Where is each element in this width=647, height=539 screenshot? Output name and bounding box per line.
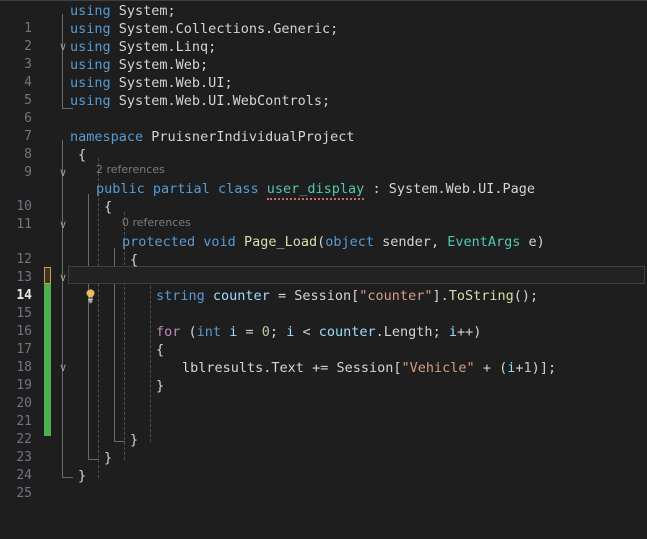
code-text: namespace PruisnerIndividualProject	[70, 129, 355, 145]
editor-line[interactable]: 5 using System.Web.UI;	[0, 74, 647, 108]
editor-line[interactable]: 19 lblresults.Text += Session["Vehicle" …	[0, 359, 647, 393]
code-text: for (int i = 0; i < counter.Length; i++)	[156, 324, 482, 340]
code-text: {	[156, 342, 165, 358]
editor-line[interactable]: 13 {	[0, 251, 647, 285]
editor-line-active[interactable]: 14	[0, 269, 647, 304]
code-text: }	[130, 432, 139, 448]
codelens-references[interactable]: 0 references	[122, 215, 191, 231]
editor-line[interactable]: 21	[0, 395, 647, 429]
code-text: using System.Linq;	[70, 39, 217, 55]
editor-line[interactable]: 8 ∨ namespace PruisnerIndividualProject	[0, 128, 647, 179]
editor-line[interactable]: 2 using System.Collections.Generic;	[0, 20, 647, 54]
editor-line[interactable]: 7	[0, 110, 647, 144]
editor-line[interactable]: 6 using System.Web.UI.WebControls;	[0, 92, 647, 126]
codelens-references[interactable]: 2 references	[96, 162, 165, 178]
editor-line[interactable]: 22	[0, 413, 647, 447]
code-text: string counter = Session["counter"].ToSt…	[156, 288, 539, 304]
editor-line[interactable]: 1 ∨ using System;	[0, 2, 647, 53]
code-text: using System.Web;	[70, 57, 209, 73]
editor-line[interactable]: 4 using System.Web;	[0, 56, 647, 90]
lightbulb-icon[interactable]	[36, 270, 96, 304]
editor-line[interactable]: 17 ∨ for (int i = 0; i < counter.Length;…	[0, 323, 647, 374]
editor-line[interactable]: 11 {	[0, 198, 647, 232]
code-text: public partial class user_display : Syst…	[96, 180, 535, 200]
code-text: {	[130, 252, 139, 268]
editor-line[interactable]: 23 }	[0, 431, 647, 465]
code-text: protected void Page_Load(object sender, …	[122, 234, 545, 250]
line-number: 25	[16, 486, 32, 501]
code-text: }	[156, 378, 165, 394]
code-text: }	[104, 450, 113, 466]
code-text: using System;	[70, 3, 176, 19]
editor-line[interactable]: 25 }	[0, 467, 647, 501]
code-editor[interactable]: 1 ∨ using System; 2 using System.Collect…	[0, 0, 647, 510]
code-text: using System.Web.UI;	[70, 75, 233, 91]
editor-line[interactable]: 24 }	[0, 449, 647, 483]
code-text: using System.Collections.Generic;	[70, 21, 339, 37]
editor-line[interactable]: 15 string counter = Session["counter"].T…	[0, 287, 647, 321]
editor-line[interactable]: 16	[0, 305, 647, 339]
editor-line[interactable]: 20 }	[0, 377, 647, 411]
editor-top-border	[0, 0, 647, 1]
code-text: lblresults.Text += Session["Vehicle" + (…	[182, 360, 557, 376]
code-text: }	[78, 468, 87, 484]
editor-line[interactable]: 12 ∨ protected void Page_Load(object sen…	[0, 233, 647, 284]
code-text: {	[104, 199, 113, 215]
codelens-row[interactable]: 0 references	[0, 215, 647, 231]
code-text: using System.Web.UI.WebControls;	[70, 93, 331, 109]
editor-line[interactable]: 3 using System.Linq;	[0, 38, 647, 72]
editor-line[interactable]: 18 {	[0, 341, 647, 375]
editor-line[interactable]: 10 ∨ public partial class user_display :…	[0, 180, 647, 231]
codelens-row[interactable]: 2 references	[0, 162, 647, 178]
